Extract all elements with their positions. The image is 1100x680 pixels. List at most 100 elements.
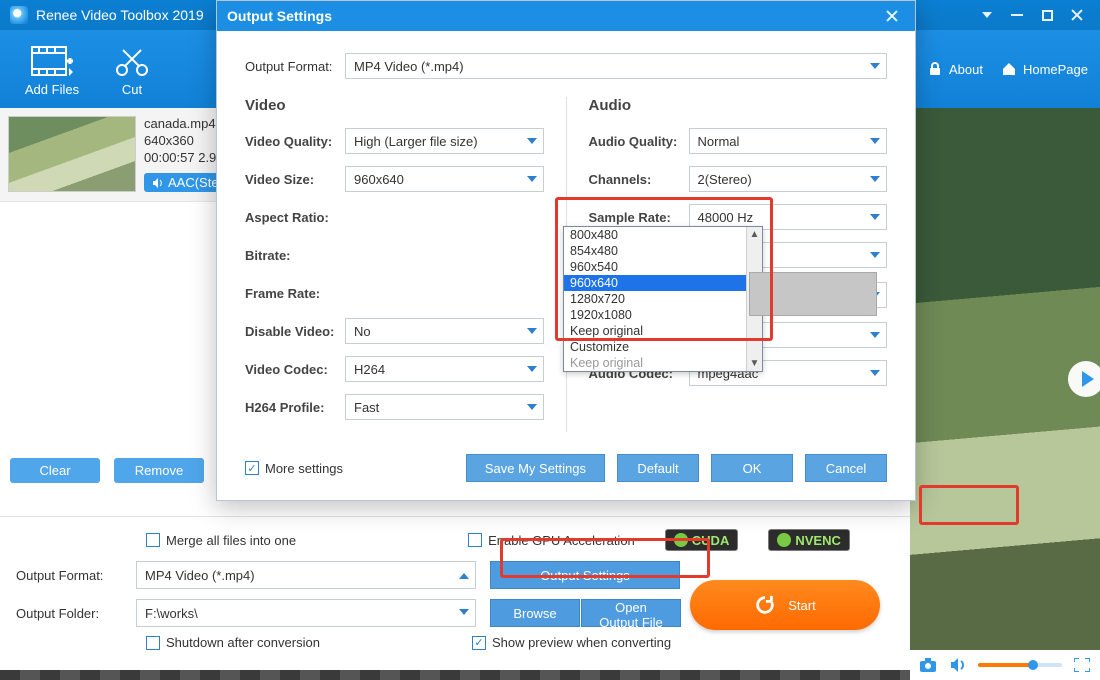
merge-label: Merge all files into one (166, 533, 296, 548)
output-format-value: MP4 Video (*.mp4) (354, 59, 464, 74)
output-folder-label: Output Folder: (16, 606, 136, 621)
homepage-link[interactable]: HomePage (1001, 61, 1088, 77)
volume-slider[interactable] (978, 663, 1062, 667)
close-button[interactable] (1064, 4, 1090, 26)
chevron-down-icon (527, 404, 537, 410)
chevron-up-icon (459, 571, 469, 579)
size-option[interactable]: Keep original (564, 323, 762, 339)
add-files-label: Add Files (12, 82, 92, 97)
fullscreen-button[interactable] (1072, 655, 1092, 675)
video-size-label: Video Size: (245, 172, 345, 187)
gpu-accel-checkbox[interactable]: ✓ Enable GPU Acceleration (468, 533, 635, 548)
ok-button[interactable]: OK (711, 454, 793, 482)
output-format-label: Output Format: (16, 568, 136, 583)
chevron-down-icon (870, 370, 880, 376)
size-option-selected[interactable]: 960x640 (564, 275, 762, 291)
bottom-panel: ✓ Merge all files into one ✓ Enable GPU … (0, 516, 910, 680)
dialog-footer: ✓ More settings Save My Settings Default… (217, 442, 915, 500)
nvenc-badge: NVENC (768, 529, 850, 551)
menu-dropdown-button[interactable] (974, 4, 1000, 26)
preview-pane (910, 108, 1100, 680)
size-option[interactable]: 854x480 (564, 243, 762, 259)
output-settings-button[interactable]: Output Settings (490, 561, 680, 589)
merge-checkbox[interactable]: ✓ Merge all files into one (146, 533, 296, 548)
chevron-down-icon (527, 328, 537, 334)
disable-video-combo[interactable]: No (345, 318, 544, 344)
play-button[interactable] (1068, 361, 1100, 397)
size-option[interactable]: 1920x1080 (564, 307, 762, 323)
minimize-button[interactable] (1004, 4, 1030, 26)
scroll-up-icon[interactable]: ▲ (747, 227, 762, 242)
speaker-icon (152, 177, 164, 189)
chevron-down-icon (527, 366, 537, 372)
video-codec-combo[interactable]: H264 (345, 356, 544, 382)
output-folder-field[interactable]: F:\works\ (136, 599, 476, 627)
size-option[interactable]: Customize (564, 339, 762, 355)
size-option[interactable]: Keep original (564, 355, 762, 371)
more-settings-label: More settings (265, 461, 343, 476)
start-button[interactable]: Start (690, 580, 880, 630)
shutdown-checkbox[interactable]: ✓ Shutdown after conversion (146, 635, 320, 650)
remove-button[interactable]: Remove (114, 458, 204, 483)
volume-knob[interactable] (1028, 660, 1038, 670)
show-preview-checkbox[interactable]: ✓ Show preview when converting (472, 635, 671, 650)
more-settings-checkbox[interactable]: ✓ More settings (245, 461, 343, 476)
chevron-down-icon (870, 63, 880, 69)
scroll-down-icon[interactable]: ▼ (747, 356, 762, 371)
caret-down-icon (982, 12, 992, 18)
about-link[interactable]: About (927, 61, 983, 77)
h264-profile-label: H264 Profile: (245, 400, 345, 415)
checkbox-icon: ✓ (146, 533, 160, 547)
maximize-button[interactable] (1034, 4, 1060, 26)
dialog-titlebar: Output Settings (217, 1, 915, 31)
audio-quality-label: Audio Quality: (589, 134, 689, 149)
video-quality-label: Video Quality: (245, 134, 345, 149)
cancel-button[interactable]: Cancel (805, 454, 887, 482)
chevron-down-icon (527, 138, 537, 144)
video-section-heading: Video (245, 97, 544, 114)
volume-button[interactable] (948, 655, 968, 675)
size-option[interactable]: 1280x720 (564, 291, 762, 307)
h264-profile-combo[interactable]: Fast (345, 394, 544, 420)
dialog-title: Output Settings (227, 8, 875, 24)
output-format-combo[interactable]: MP4 Video (*.mp4) (345, 53, 887, 79)
video-codec-label: Video Codec: (245, 362, 345, 377)
output-folder-value: F:\works\ (145, 606, 198, 621)
video-quality-combo[interactable]: High (Larger file size) (345, 128, 544, 154)
snapshot-button[interactable] (918, 655, 938, 675)
dialog-close-button[interactable] (879, 5, 905, 27)
output-format-value: MP4 Video (*.mp4) (145, 568, 255, 583)
video-size-dropdown-list[interactable]: 800x480 854x480 960x540 960x640 1280x720… (563, 226, 763, 372)
output-settings-dialog: Output Settings Output Format: MP4 Video… (216, 0, 916, 501)
refresh-icon (754, 594, 776, 616)
media-thumbnail (8, 116, 136, 192)
about-label: About (949, 62, 983, 77)
chevron-down-icon (870, 332, 880, 338)
cut-button[interactable]: Cut (92, 42, 172, 97)
size-option[interactable]: 960x540 (564, 259, 762, 275)
size-option[interactable]: 800x480 (564, 227, 762, 243)
browse-button[interactable]: Browse (490, 599, 580, 627)
default-button[interactable]: Default (617, 454, 699, 482)
chevron-down-icon (870, 176, 880, 182)
preview-video[interactable] (910, 108, 1100, 650)
scissors-icon (92, 42, 172, 80)
output-format-label: Output Format: (245, 59, 345, 74)
dropdown-scrollbar[interactable]: ▲ ▼ (746, 227, 762, 371)
film-plus-icon (12, 42, 92, 80)
chevron-down-icon (870, 214, 880, 220)
app-logo-icon (10, 6, 28, 24)
audio-section-heading: Audio (589, 97, 888, 114)
chevron-down-icon (870, 138, 880, 144)
scrollbar-thumb[interactable] (749, 272, 877, 316)
add-files-button[interactable]: Add Files (12, 42, 92, 97)
preview-controls (910, 650, 1100, 680)
clear-button[interactable]: Clear (10, 458, 100, 483)
audio-quality-combo[interactable]: Normal (689, 128, 888, 154)
open-output-file-button[interactable]: Open Output File (581, 599, 681, 627)
channels-combo[interactable]: 2(Stereo) (689, 166, 888, 192)
output-format-combo[interactable]: MP4 Video (*.mp4) (136, 561, 476, 589)
video-size-combo[interactable]: 960x640 (345, 166, 544, 192)
nvidia-dot-icon (674, 533, 688, 547)
save-my-settings-button[interactable]: Save My Settings (466, 454, 605, 482)
